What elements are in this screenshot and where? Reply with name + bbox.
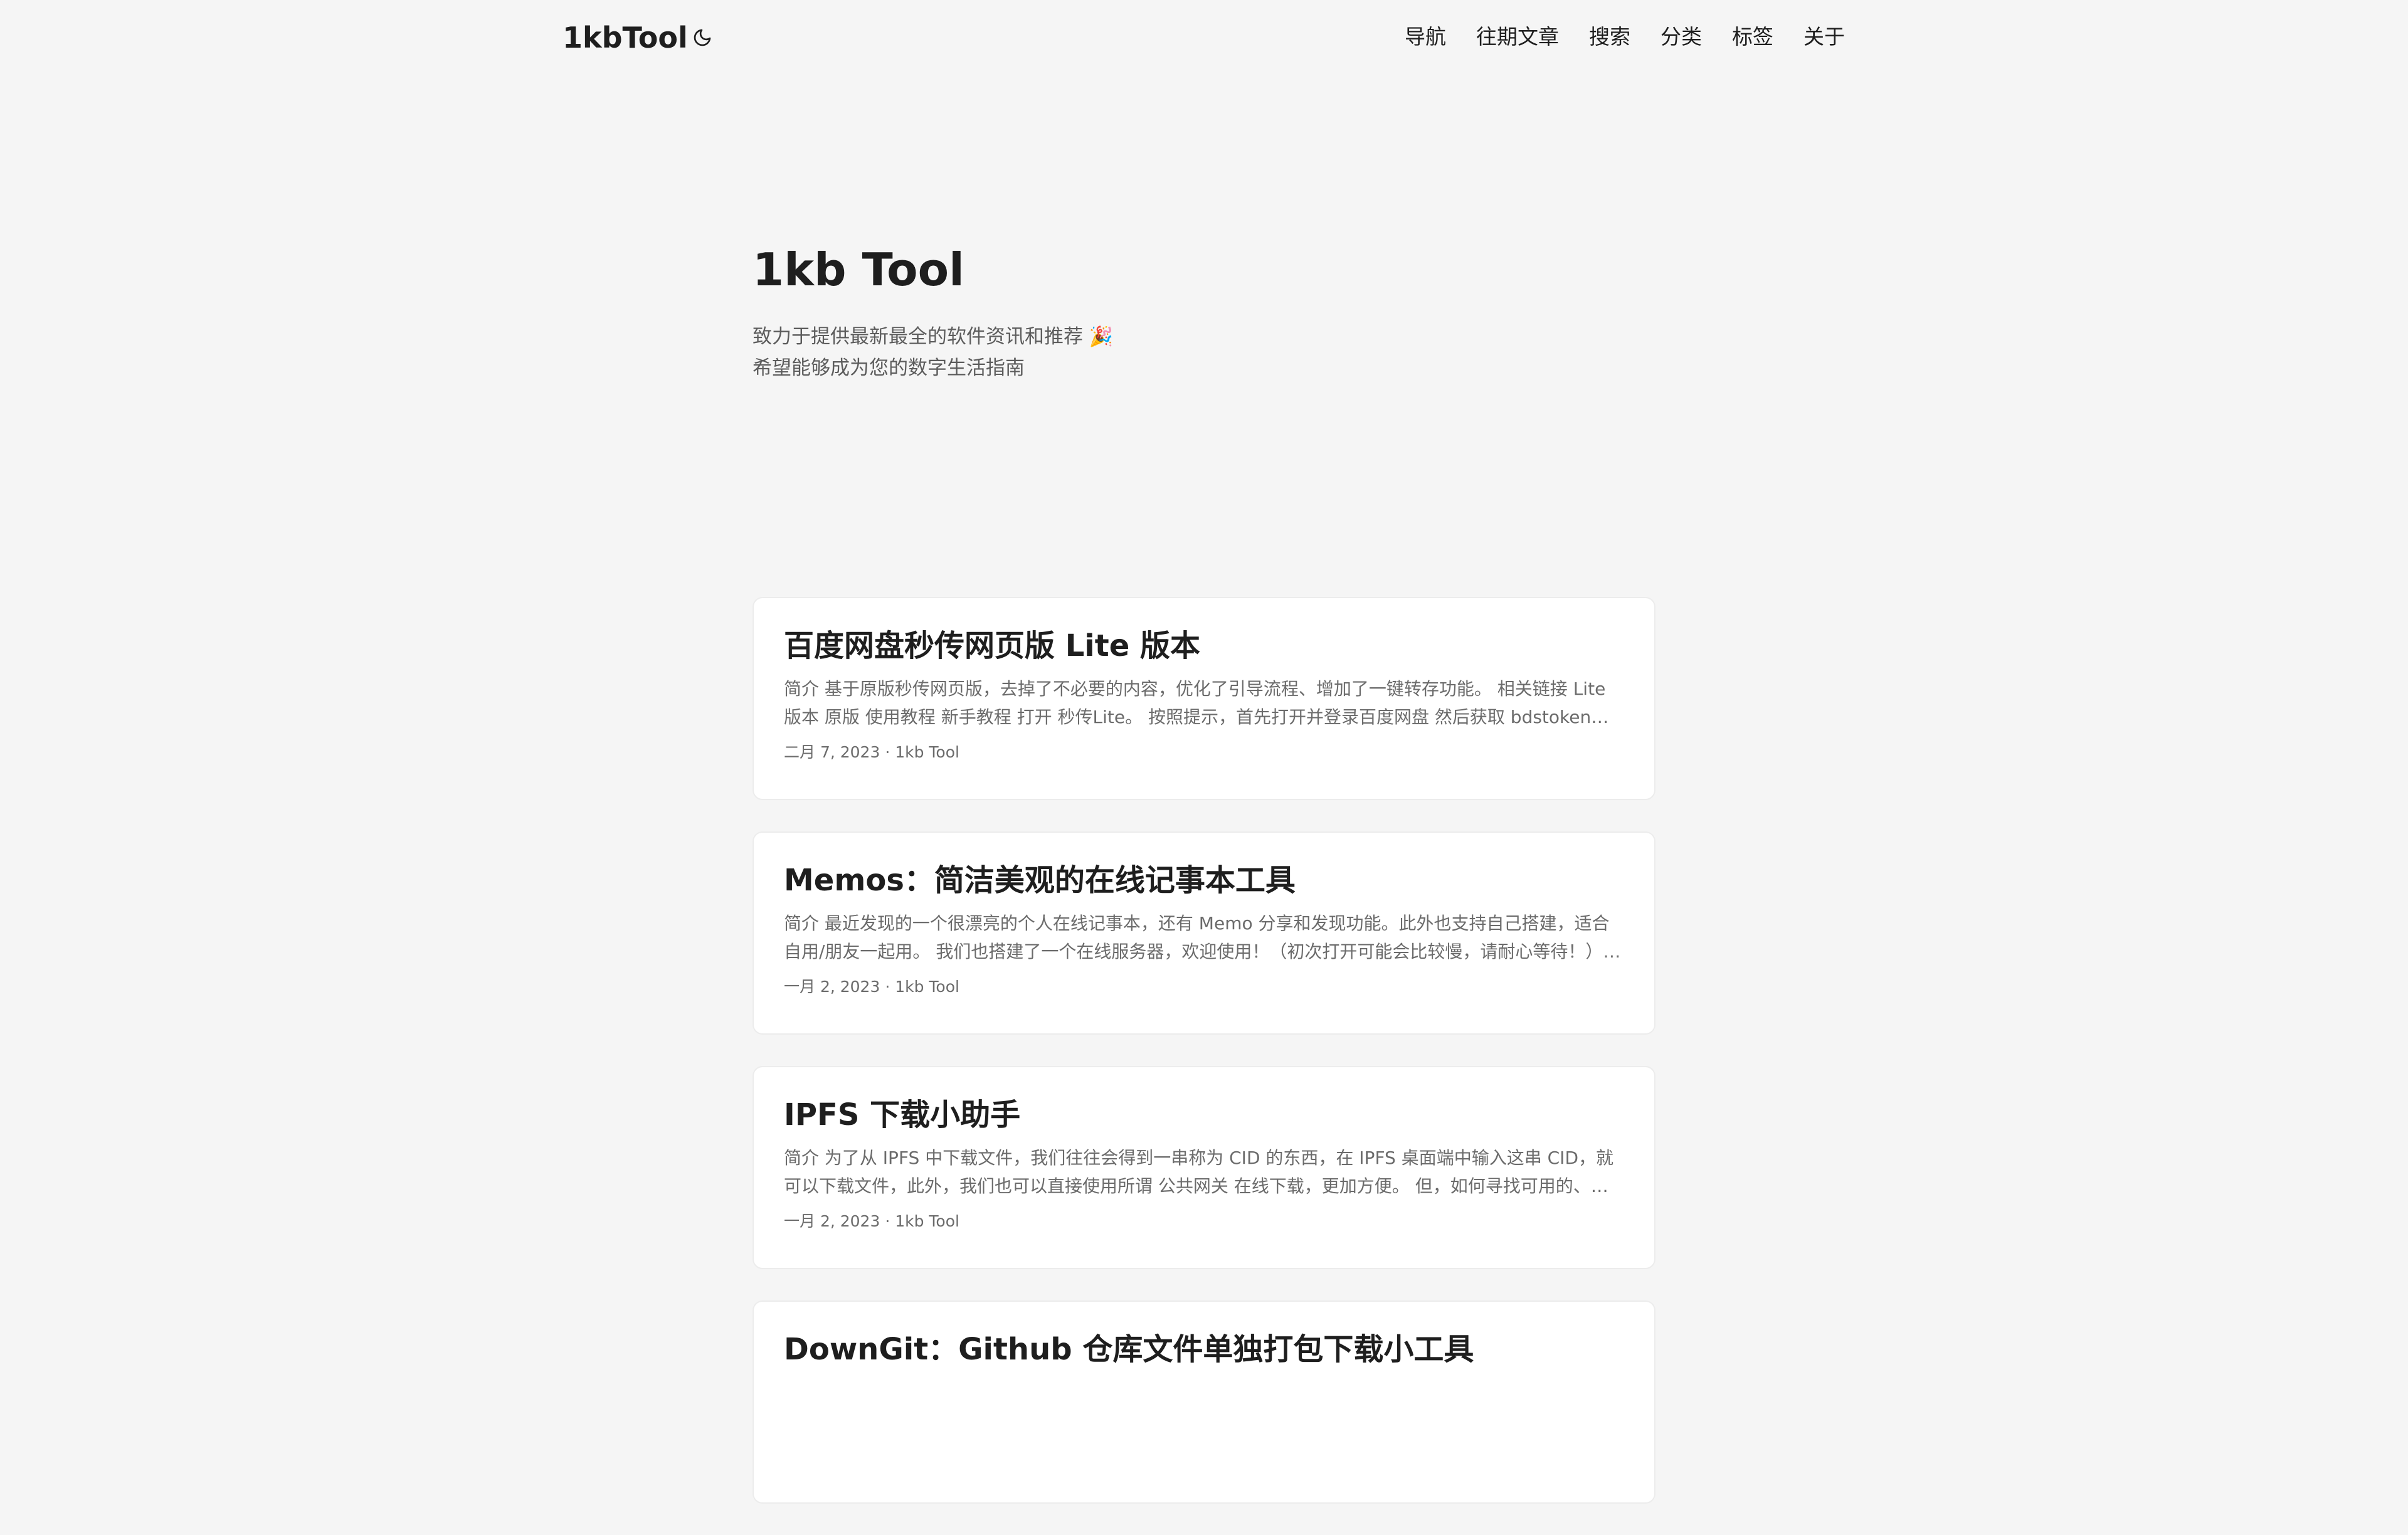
main-menu: 导航 往期文章 搜索 分类 标签 关于: [1405, 21, 1845, 53]
post-list: 百度网盘秒传网页版 Lite 版本 简介 基于原版秒传网页版，去掉了不必要的内容…: [752, 597, 1656, 1535]
menu-item-categories[interactable]: 分类: [1661, 21, 1702, 53]
theme-toggle-button[interactable]: [690, 25, 715, 50]
home-description: 致力于提供最新最全的软件资讯和推荐 🎉 希望能够成为您的数字生活指南: [752, 321, 1656, 384]
menu-item-tags[interactable]: 标签: [1732, 21, 1773, 53]
post-entry[interactable]: Memos：简洁美观的在线记事本工具 简介 最近发现的一个很漂亮的个人在线记事本…: [752, 831, 1656, 1035]
menu-item-archives[interactable]: 往期文章: [1476, 21, 1559, 53]
home-description-line: 致力于提供最新最全的软件资讯和推荐 🎉: [752, 325, 1114, 348]
post-entry[interactable]: 百度网盘秒传网页版 Lite 版本 简介 基于原版秒传网页版，去掉了不必要的内容…: [752, 597, 1656, 800]
post-entry[interactable]: DownGit：Github 仓库文件单独打包下载小工具: [752, 1300, 1656, 1504]
site-header: 1kbTool 导航 往期文章 搜索 分类 标签 关于: [0, 0, 2408, 75]
post-title[interactable]: Memos：简洁美观的在线记事本工具: [784, 860, 1624, 900]
post-meta: 一月 2, 2023 · 1kb Tool: [784, 1212, 959, 1230]
home-description-line: 希望能够成为您的数字生活指南: [752, 357, 1025, 379]
post-title[interactable]: 百度网盘秒传网页版 Lite 版本: [784, 626, 1624, 666]
site-logo[interactable]: 1kbTool: [562, 19, 688, 56]
post-meta: 二月 7, 2023 · 1kb Tool: [784, 743, 959, 761]
home-info: 1kb Tool 致力于提供最新最全的软件资讯和推荐 🎉 希望能够成为您的数字生…: [752, 238, 1656, 384]
post-summary: [784, 1378, 1624, 1435]
menu-item-search[interactable]: 搜索: [1589, 21, 1630, 53]
menu-item-nav[interactable]: 导航: [1405, 21, 1446, 53]
post-summary: 简介 基于原版秒传网页版，去掉了不必要的内容，优化了引导流程、增加了一键转存功能…: [784, 678, 1609, 727]
post-meta: 一月 2, 2023 · 1kb Tool: [784, 978, 959, 996]
moon-icon: [694, 29, 711, 46]
menu-item-about[interactable]: 关于: [1803, 21, 1845, 53]
post-summary: 简介 为了从 IPFS 中下载文件，我们往往会得到一串称为 CID 的东西，在 …: [784, 1147, 1614, 1196]
post-summary: 简介 最近发现的一个很漂亮的个人在线记事本，还有 Memo 分享和发现功能。此外…: [784, 913, 1610, 962]
post-entry[interactable]: IPFS 下载小助手 简介 为了从 IPFS 中下载文件，我们往往会得到一串称为…: [752, 1066, 1656, 1269]
post-title[interactable]: IPFS 下载小助手: [784, 1095, 1624, 1135]
post-title[interactable]: DownGit：Github 仓库文件单独打包下载小工具: [784, 1329, 1624, 1369]
home-title: 1kb Tool: [752, 243, 964, 296]
